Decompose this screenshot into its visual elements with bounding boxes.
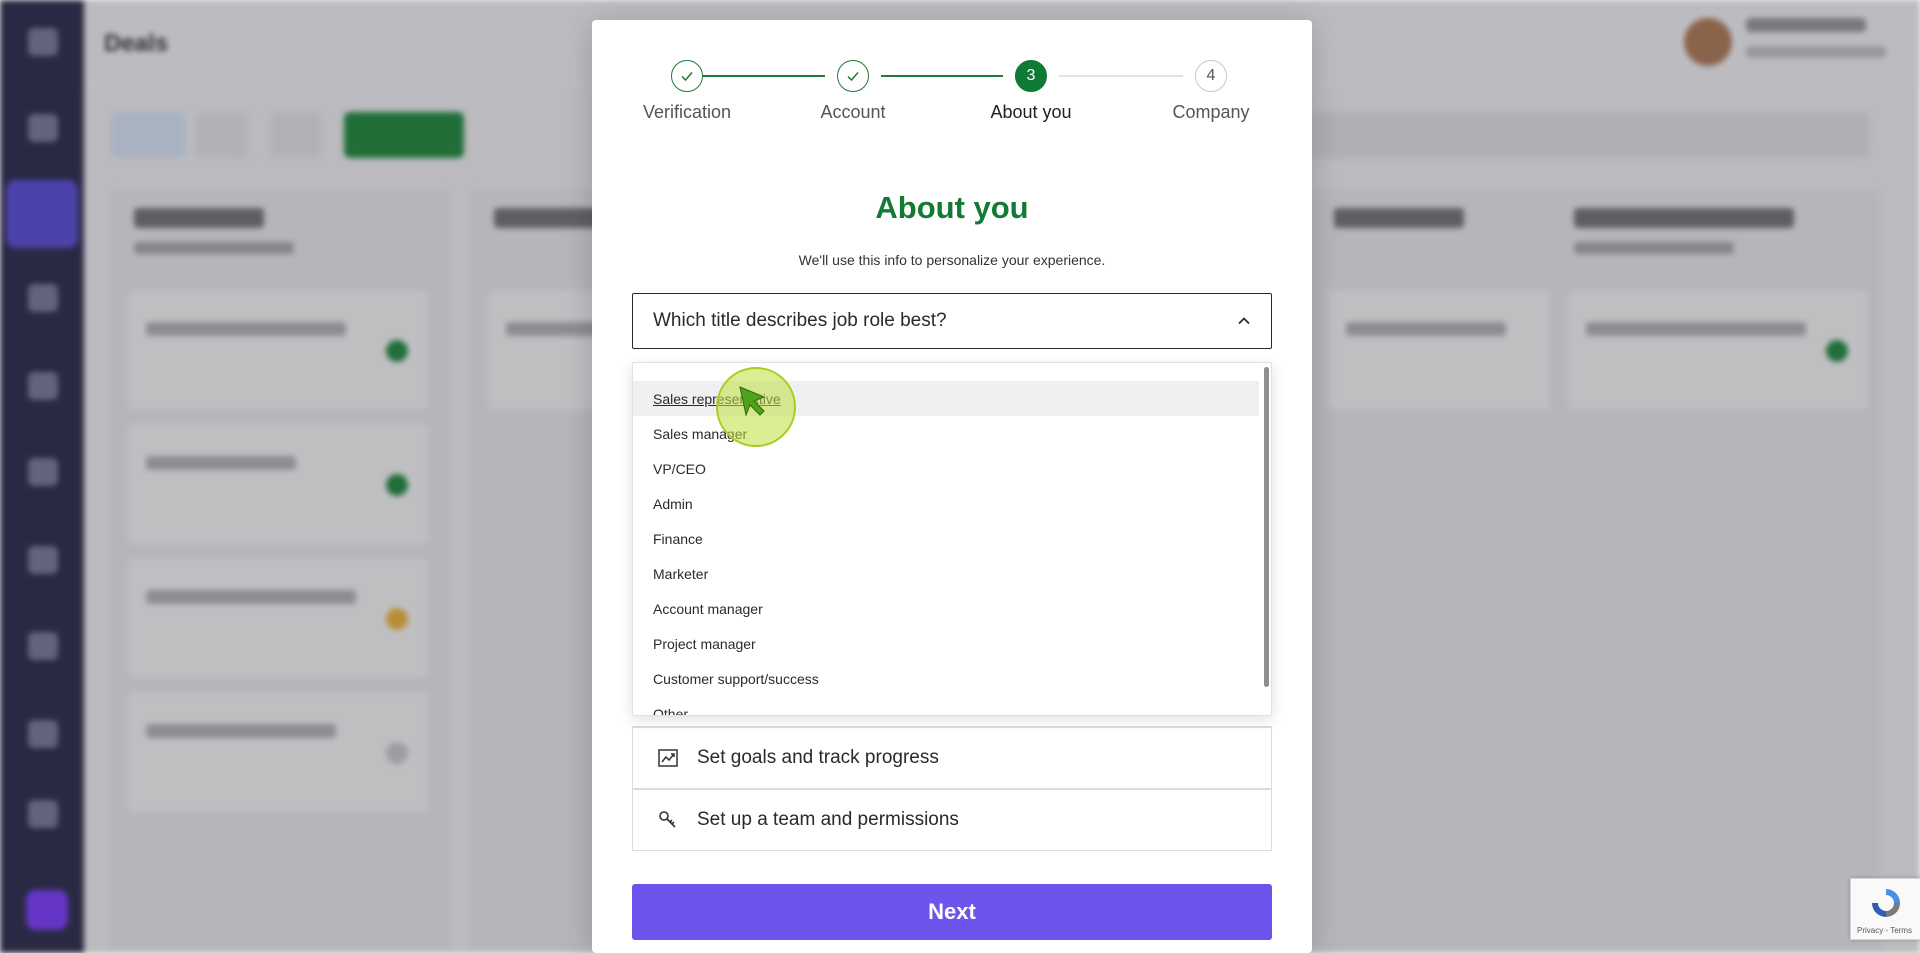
- next-button[interactable]: Next: [632, 884, 1272, 940]
- option-marketer[interactable]: Marketer: [633, 556, 1259, 591]
- step-verification: Verification: [617, 60, 757, 123]
- dropdown-scrollbar[interactable]: [1264, 367, 1269, 687]
- job-role-select-placeholder: Which title describes job role best?: [653, 310, 947, 331]
- option-admin[interactable]: Admin: [633, 486, 1259, 521]
- onboarding-modal: Verification Account 3 About you 4 Compa…: [592, 20, 1312, 953]
- job-role-select[interactable]: Which title describes job role best?: [632, 293, 1272, 349]
- modal-title: About you: [875, 190, 1029, 225]
- goal-label: Set up a team and permissions: [697, 809, 959, 830]
- step-label: Verification: [642, 102, 732, 122]
- recaptcha-icon: [1872, 889, 1900, 917]
- chevron-up-icon: [1238, 317, 1250, 325]
- step-number: 4: [1195, 60, 1227, 92]
- option-customer-support[interactable]: Customer support/success: [633, 661, 1259, 696]
- cursor-arrow-icon: [739, 386, 766, 417]
- step-label: Account: [820, 102, 886, 122]
- option-account-manager[interactable]: Account manager: [633, 591, 1259, 626]
- option-vp-ceo[interactable]: VP/CEO: [633, 451, 1259, 486]
- option-finance[interactable]: Finance: [633, 521, 1259, 556]
- modal-subtitle: We'll use this info to personalize your …: [798, 252, 1106, 268]
- step-number: 3: [1015, 60, 1047, 92]
- step-about-you: 3 About you: [961, 60, 1101, 123]
- option-project-manager[interactable]: Project manager: [633, 626, 1259, 661]
- option-other[interactable]: Other: [633, 696, 1259, 716]
- step-label: Company: [1172, 102, 1250, 122]
- recaptcha-badge[interactable]: Privacy - Terms: [1850, 878, 1920, 940]
- goal-option-track-progress[interactable]: Set goals and track progress: [632, 727, 1272, 789]
- recaptcha-footer[interactable]: Privacy - Terms: [1857, 926, 1912, 935]
- chart-trend-icon: [658, 749, 678, 767]
- onboarding-stepper: Verification Account 3 About you 4 Compa…: [632, 60, 1272, 140]
- goal-label: Set goals and track progress: [697, 747, 939, 768]
- step-label: About you: [990, 102, 1072, 122]
- goal-option-team-permissions[interactable]: Set up a team and permissions: [632, 789, 1272, 851]
- key-icon: [659, 811, 676, 828]
- step-account: Account: [783, 60, 923, 123]
- check-icon: [671, 60, 703, 92]
- check-icon: [837, 60, 869, 92]
- step-company: 4 Company: [1141, 60, 1281, 123]
